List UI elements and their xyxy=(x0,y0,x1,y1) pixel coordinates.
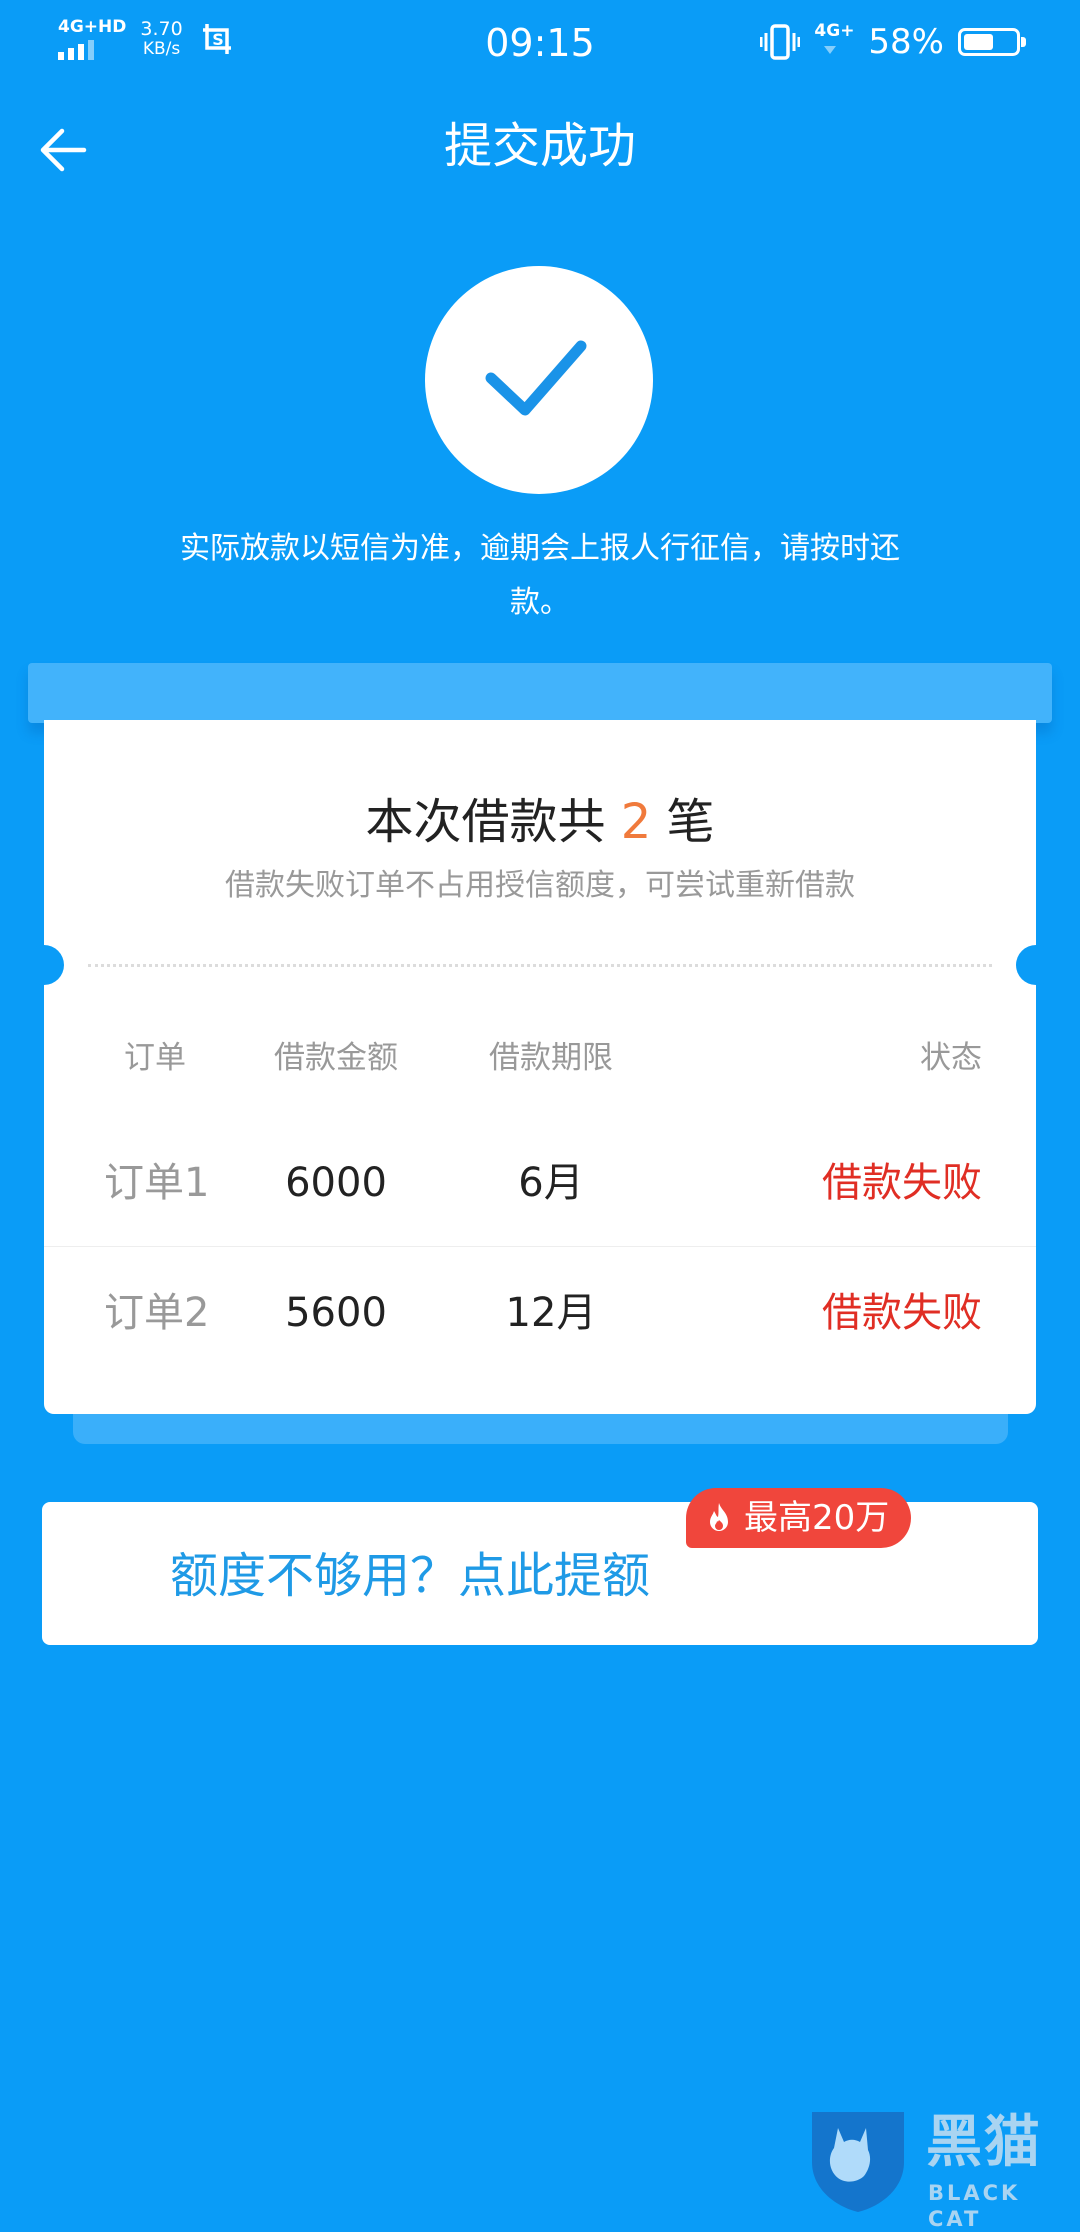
status-bar: 4G+HD 3.70 KB/s S 09:15 4G+ 58% xyxy=(0,0,1080,86)
increase-quota-button[interactable]: 额度不够用？点此提额 最高20万 xyxy=(42,1488,1038,1645)
fire-icon xyxy=(710,1503,728,1531)
page-title: 提交成功 xyxy=(443,118,636,174)
signal-right-icon: 4G+ xyxy=(814,22,854,62)
table-row: 订单1 6000 6月 借款失败 xyxy=(44,1118,1036,1248)
ticket-slot xyxy=(28,663,1052,723)
success-badge xyxy=(425,266,653,494)
watermark-text: 黑猫 xyxy=(926,2110,1042,2175)
order-term: 6月 xyxy=(518,1160,584,1206)
title-suffix: 笔 xyxy=(666,794,715,850)
title-prefix: 本次借款共 xyxy=(365,794,606,850)
checkmark-icon xyxy=(485,340,587,416)
black-cat-watermark: 黑猫 BLACK CAT xyxy=(808,2108,1080,2231)
col-amount: 借款金额 xyxy=(274,1040,398,1076)
notice-text: 实际放款以短信为准，逾期会上报人行征信，请按时还款。 xyxy=(180,531,900,620)
order-amount: 5600 xyxy=(285,1290,387,1336)
order-amount: 6000 xyxy=(285,1160,387,1206)
battery-fill xyxy=(964,34,993,50)
col-status: 状态 xyxy=(920,1040,982,1076)
loan-count-title: 本次借款共 2 笔 xyxy=(44,790,1036,854)
header: 提交成功 xyxy=(0,100,1080,196)
loan-subtitle: 借款失败订单不占用授信额度，可尝试重新借款 xyxy=(225,868,855,903)
max-quota-badge: 最高20万 xyxy=(686,1488,912,1548)
battery-nub xyxy=(1021,37,1026,47)
loan-summary-card: 本次借款共 2 笔 借款失败订单不占用授信额度，可尝试重新借款 订单 借款金额 … xyxy=(44,720,1036,1414)
loan-count: 2 xyxy=(620,794,652,850)
order-status: 借款失败 xyxy=(822,1160,982,1206)
increase-quota-text: 额度不够用？点此提额 xyxy=(170,1548,651,1604)
battery-percent: 58% xyxy=(868,22,944,62)
col-term: 借款期限 xyxy=(489,1040,613,1076)
order-status: 借款失败 xyxy=(822,1290,982,1336)
table-row: 订单2 5600 12月 借款失败 xyxy=(44,1248,1036,1378)
badge-text: 最高20万 xyxy=(744,1498,890,1538)
row-divider xyxy=(44,1246,1036,1247)
ticket-notch-right xyxy=(1016,945,1056,985)
order-term: 12月 xyxy=(505,1290,597,1336)
watermark-subtext: BLACK CAT xyxy=(928,2181,1021,2231)
cat-shield-logo xyxy=(812,2112,904,2212)
ticket-notch-left xyxy=(24,945,64,985)
vibrate-icon xyxy=(760,24,801,60)
table-header: 订单 借款金额 借款期限 状态 xyxy=(44,1028,1036,1088)
status-right: 4G+ 58% xyxy=(760,22,1026,62)
dotted-divider xyxy=(88,964,992,967)
battery-icon xyxy=(958,28,1026,56)
network-type-right: 4G+ xyxy=(814,21,855,41)
